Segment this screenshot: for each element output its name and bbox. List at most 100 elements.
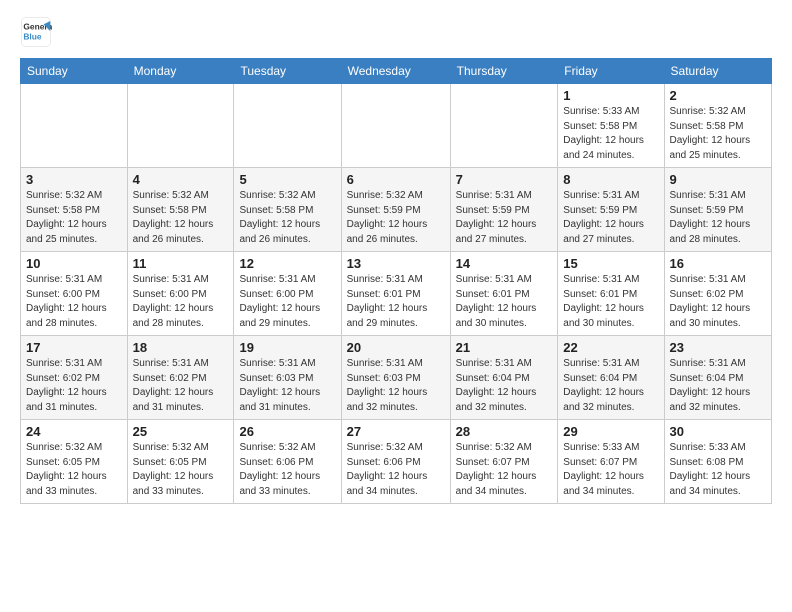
day-info: Sunrise: 5:31 AM Sunset: 6:01 PM Dayligh…: [563, 273, 658, 331]
calendar-cell: [127, 84, 234, 168]
day-number: 30: [670, 424, 766, 439]
calendar-cell: 3 Sunrise: 5:32 AM Sunset: 5:58 PM Daylig…: [21, 168, 128, 252]
day-info: Sunrise: 5:31 AM Sunset: 6:00 PM Dayligh…: [133, 273, 229, 331]
calendar-cell: 30 Sunrise: 5:33 AM Sunset: 6:08 PM Dayli…: [664, 420, 771, 504]
day-info: Sunrise: 5:31 AM Sunset: 6:00 PM Dayligh…: [26, 273, 122, 331]
calendar-cell: 26 Sunrise: 5:32 AM Sunset: 6:06 PM Dayli…: [234, 420, 341, 504]
day-header-monday: Monday: [127, 59, 234, 84]
day-info: Sunrise: 5:31 AM Sunset: 6:04 PM Dayligh…: [563, 357, 658, 415]
day-number: 4: [133, 172, 229, 187]
day-info: Sunrise: 5:33 AM Sunset: 5:58 PM Dayligh…: [563, 105, 658, 163]
day-number: 23: [670, 340, 766, 355]
calendar-week-5: 24 Sunrise: 5:32 AM Sunset: 6:05 PM Dayli…: [21, 420, 772, 504]
calendar-week-1: 1Sunrise: 5:33 AM Sunset: 5:58 PM Daylig…: [21, 84, 772, 168]
calendar-cell: 6 Sunrise: 5:32 AM Sunset: 5:59 PM Daylig…: [341, 168, 450, 252]
day-number: 3: [26, 172, 122, 187]
calendar-cell: 7 Sunrise: 5:31 AM Sunset: 5:59 PM Daylig…: [450, 168, 558, 252]
day-number: 21: [456, 340, 553, 355]
calendar-cell: 13Sunrise: 5:31 AM Sunset: 6:01 PM Dayli…: [341, 252, 450, 336]
calendar-cell: [21, 84, 128, 168]
calendar-cell: 23 Sunrise: 5:31 AM Sunset: 6:04 PM Dayli…: [664, 336, 771, 420]
day-number: 13: [347, 256, 445, 271]
svg-text:Blue: Blue: [23, 32, 42, 42]
day-info: Sunrise: 5:32 AM Sunset: 6:07 PM Dayligh…: [456, 441, 553, 499]
calendar-week-4: 17 Sunrise: 5:31 AM Sunset: 6:02 PM Dayli…: [21, 336, 772, 420]
calendar-cell: 10 Sunrise: 5:31 AM Sunset: 6:00 PM Dayli…: [21, 252, 128, 336]
day-info: Sunrise: 5:31 AM Sunset: 6:00 PM Dayligh…: [239, 273, 335, 331]
day-number: 7: [456, 172, 553, 187]
calendar-cell: 18Sunrise: 5:31 AM Sunset: 6:02 PM Dayli…: [127, 336, 234, 420]
day-info: Sunrise: 5:31 AM Sunset: 5:59 PM Dayligh…: [670, 189, 766, 247]
calendar-header-row: SundayMondayTuesdayWednesdayThursdayFrid…: [21, 59, 772, 84]
day-number: 26: [239, 424, 335, 439]
day-number: 27: [347, 424, 445, 439]
day-number: 24: [26, 424, 122, 439]
day-number: 9: [670, 172, 766, 187]
day-info: Sunrise: 5:31 AM Sunset: 6:01 PM Dayligh…: [456, 273, 553, 331]
day-number: 29: [563, 424, 658, 439]
calendar-cell: 24 Sunrise: 5:32 AM Sunset: 6:05 PM Dayli…: [21, 420, 128, 504]
day-info: Sunrise: 5:33 AM Sunset: 6:07 PM Dayligh…: [563, 441, 658, 499]
day-number: 10: [26, 256, 122, 271]
calendar-week-3: 10 Sunrise: 5:31 AM Sunset: 6:00 PM Dayli…: [21, 252, 772, 336]
day-info: Sunrise: 5:31 AM Sunset: 6:02 PM Dayligh…: [133, 357, 229, 415]
calendar-cell: 14 Sunrise: 5:31 AM Sunset: 6:01 PM Dayli…: [450, 252, 558, 336]
calendar-cell: 2Sunrise: 5:32 AM Sunset: 5:58 PM Daylig…: [664, 84, 771, 168]
calendar-cell: 15Sunrise: 5:31 AM Sunset: 6:01 PM Dayli…: [558, 252, 664, 336]
calendar-cell: 25 Sunrise: 5:32 AM Sunset: 6:05 PM Dayli…: [127, 420, 234, 504]
calendar-cell: 4 Sunrise: 5:32 AM Sunset: 5:58 PM Daylig…: [127, 168, 234, 252]
day-info: Sunrise: 5:32 AM Sunset: 5:59 PM Dayligh…: [347, 189, 445, 247]
day-header-friday: Friday: [558, 59, 664, 84]
day-info: Sunrise: 5:31 AM Sunset: 5:59 PM Dayligh…: [563, 189, 658, 247]
day-info: Sunrise: 5:32 AM Sunset: 6:06 PM Dayligh…: [347, 441, 445, 499]
day-info: Sunrise: 5:32 AM Sunset: 5:58 PM Dayligh…: [26, 189, 122, 247]
calendar-cell: 20 Sunrise: 5:31 AM Sunset: 6:03 PM Dayli…: [341, 336, 450, 420]
calendar-cell: [341, 84, 450, 168]
day-info: Sunrise: 5:31 AM Sunset: 6:02 PM Dayligh…: [670, 273, 766, 331]
day-info: Sunrise: 5:31 AM Sunset: 5:59 PM Dayligh…: [456, 189, 553, 247]
day-info: Sunrise: 5:32 AM Sunset: 5:58 PM Dayligh…: [670, 105, 766, 163]
calendar-cell: 19 Sunrise: 5:31 AM Sunset: 6:03 PM Dayli…: [234, 336, 341, 420]
logo: General Blue: [20, 16, 52, 48]
day-info: Sunrise: 5:32 AM Sunset: 6:05 PM Dayligh…: [133, 441, 229, 499]
day-header-sunday: Sunday: [21, 59, 128, 84]
calendar-cell: 8Sunrise: 5:31 AM Sunset: 5:59 PM Daylig…: [558, 168, 664, 252]
logo-icon: General Blue: [20, 16, 52, 48]
day-info: Sunrise: 5:32 AM Sunset: 6:05 PM Dayligh…: [26, 441, 122, 499]
day-info: Sunrise: 5:31 AM Sunset: 6:03 PM Dayligh…: [347, 357, 445, 415]
day-number: 19: [239, 340, 335, 355]
calendar-table: SundayMondayTuesdayWednesdayThursdayFrid…: [20, 58, 772, 504]
day-number: 22: [563, 340, 658, 355]
calendar-week-2: 3 Sunrise: 5:32 AM Sunset: 5:58 PM Daylig…: [21, 168, 772, 252]
day-info: Sunrise: 5:31 AM Sunset: 6:04 PM Dayligh…: [670, 357, 766, 415]
day-number: 25: [133, 424, 229, 439]
calendar-cell: 16 Sunrise: 5:31 AM Sunset: 6:02 PM Dayli…: [664, 252, 771, 336]
calendar-cell: 12Sunrise: 5:31 AM Sunset: 6:00 PM Dayli…: [234, 252, 341, 336]
calendar-cell: 17Sunrise: 5:31 AM Sunset: 6:02 PM Dayli…: [21, 336, 128, 420]
day-number: 6: [347, 172, 445, 187]
day-info: Sunrise: 5:31 AM Sunset: 6:03 PM Dayligh…: [239, 357, 335, 415]
page: General Blue SundayMondayTuesdayWednesda…: [0, 0, 792, 514]
calendar-cell: 5Sunrise: 5:32 AM Sunset: 5:58 PM Daylig…: [234, 168, 341, 252]
day-info: Sunrise: 5:31 AM Sunset: 6:04 PM Dayligh…: [456, 357, 553, 415]
day-header-wednesday: Wednesday: [341, 59, 450, 84]
day-info: Sunrise: 5:32 AM Sunset: 5:58 PM Dayligh…: [133, 189, 229, 247]
day-number: 20: [347, 340, 445, 355]
calendar-cell: 22 Sunrise: 5:31 AM Sunset: 6:04 PM Dayli…: [558, 336, 664, 420]
day-info: Sunrise: 5:32 AM Sunset: 6:06 PM Dayligh…: [239, 441, 335, 499]
day-info: Sunrise: 5:33 AM Sunset: 6:08 PM Dayligh…: [670, 441, 766, 499]
calendar-cell: 1Sunrise: 5:33 AM Sunset: 5:58 PM Daylig…: [558, 84, 664, 168]
day-number: 5: [239, 172, 335, 187]
calendar-cell: 27 Sunrise: 5:32 AM Sunset: 6:06 PM Dayli…: [341, 420, 450, 504]
day-number: 14: [456, 256, 553, 271]
day-number: 28: [456, 424, 553, 439]
day-number: 11: [133, 256, 229, 271]
calendar-cell: 11 Sunrise: 5:31 AM Sunset: 6:00 PM Dayli…: [127, 252, 234, 336]
day-number: 16: [670, 256, 766, 271]
header: General Blue: [20, 16, 772, 48]
calendar-cell: 21 Sunrise: 5:31 AM Sunset: 6:04 PM Dayli…: [450, 336, 558, 420]
day-header-saturday: Saturday: [664, 59, 771, 84]
day-header-tuesday: Tuesday: [234, 59, 341, 84]
calendar-cell: 9 Sunrise: 5:31 AM Sunset: 5:59 PM Daylig…: [664, 168, 771, 252]
day-number: 17: [26, 340, 122, 355]
